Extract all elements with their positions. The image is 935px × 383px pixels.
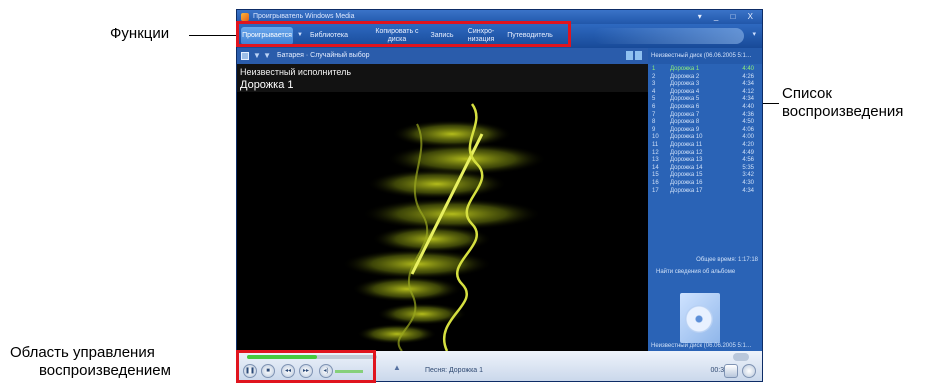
playlist-item[interactable]: 15 Дорожка 15 3:42 [648,172,762,180]
playlist-pane: Неизвестный диск (06.06.2005 5:1… 1 Дорож… [648,48,762,351]
playlist-item[interactable]: 9 Дорожка 9 4:06 [648,127,762,135]
playlist-annotation-line2: воспроизведения [782,103,904,120]
playlist-item[interactable]: 12 Дорожка 12 4:49 [648,150,762,158]
window-buttons[interactable]: ▾ _ □ X [698,10,758,24]
playlist-item[interactable]: 5 Дорожка 5 4:34 [648,96,762,104]
playlist-header[interactable]: Неизвестный диск (06.06.2005 5:1… [648,48,762,64]
media-player-app-icon [241,13,249,21]
taskbar-menu-icon[interactable]: ▾ [752,30,756,38]
now-playing-status: Песня: Дорожка 1 [425,367,484,374]
playlist-item[interactable]: 2 Дорожка 2 4:26 [648,74,762,82]
visualization-area[interactable]: Неизвестный исполнитель Дорожка 1 [237,64,648,351]
functions-highlight [236,21,571,47]
view-switch-button[interactable] [724,364,738,378]
visualization-blobs [342,120,547,344]
playlist-item[interactable]: 6 Дорожка 6 4:40 [648,104,762,112]
functions-annotation: Функции [110,25,170,42]
now-playing-toolbar: ▼ ▼ Батарея · Случайный выбор [237,48,648,64]
controls-annotation-line1: Область управления [10,344,155,361]
media-info-tab[interactable] [594,28,744,44]
playlist-list: 1 Дорожка 1 4:40 2 Дорожка 2 4:26 3 Дорожка 3… [648,66,762,196]
seek-end-handle[interactable] [733,353,749,361]
visualization-name[interactable]: Батарея · Случайный выбор [277,48,370,64]
playlist-item[interactable]: 3 Дорожка 3 4:34 [648,81,762,89]
functions-pointer-line [189,35,237,36]
playlist-item[interactable]: 8 Дорожка 8 4:50 [648,119,762,127]
playlist-item[interactable]: 1 Дорожка 1 4:40 [648,66,762,74]
cd-icon [685,305,713,333]
view-toggle-icon[interactable] [241,52,249,60]
playlist-annotation-line1: Список [782,85,832,102]
playlist-item[interactable]: 17 Дорожка 17 4:34 [648,188,762,196]
toolbar-right-icons[interactable] [624,51,642,61]
playlist-item[interactable]: 13 Дорожка 13 4:56 [648,157,762,165]
playlist-item[interactable]: 7 Дорожка 7 4:36 [648,112,762,120]
status-arrow-icon: ▲ [393,363,401,372]
visualization-graphic [342,103,547,351]
playlist-footer[interactable]: Неизвестный диск (06.06.2005 5:1… [648,341,762,351]
playlist-item[interactable]: 10 Дорожка 10 4:00 [648,134,762,142]
media-player-window: Проигрыватель Windows Media ▾ _ □ X Прои… [236,9,763,382]
enhancements-icon[interactable] [626,51,633,60]
album-art [680,293,720,343]
playlist-item[interactable]: 4 Дорожка 4 4:12 [648,89,762,97]
playlist-item[interactable]: 11 Дорожка 11 4:20 [648,142,762,150]
controls-highlight [236,350,376,383]
compact-mode-button[interactable] [742,364,756,378]
playlist-item[interactable]: 16 Дорожка 16 4:30 [648,180,762,188]
find-album-info-link[interactable]: Найти сведения об альбоме [656,269,735,275]
playlist-item[interactable]: 14 Дорожка 14 5:35 [648,165,762,173]
controls-annotation-line2: воспроизведением [39,362,171,379]
playlist-total-time: Общее время: 1:17:18 [696,257,758,263]
visualization-arrows-icon[interactable]: ▼ ▼ [253,48,271,64]
fullscreen-icon[interactable] [635,51,642,60]
